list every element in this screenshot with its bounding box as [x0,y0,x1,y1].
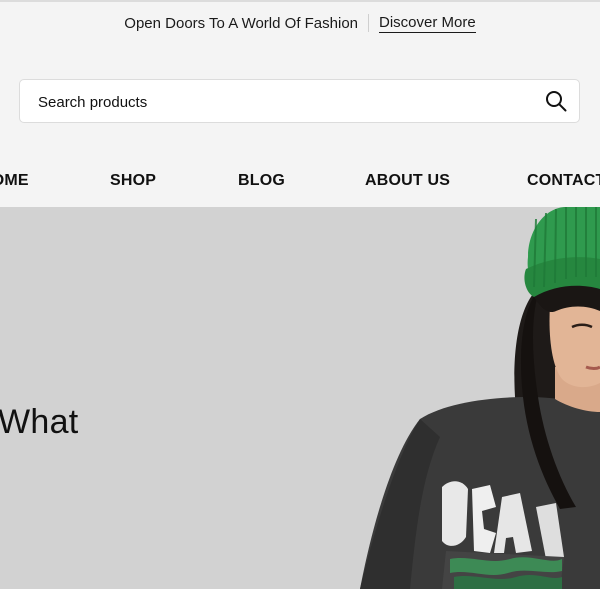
nav-item-about-us[interactable]: ABOUT US [365,172,450,190]
main-nav: HOME SHOP BLOG ABOUT US CONTACT [0,172,600,194]
hero-banner: What [0,207,600,589]
nav-item-shop[interactable]: SHOP [110,172,156,190]
nav-item-blog[interactable]: BLOG [238,172,285,190]
announcement-text: Open Doors To A World Of Fashion [124,14,359,32]
top-border [0,0,600,2]
search-bar [19,79,580,124]
nav-item-home[interactable]: HOME [0,172,29,190]
search-input[interactable] [20,80,550,124]
hero-model-image [360,207,600,589]
announcement-bar: Open Doors To A World Of Fashion Discove… [0,12,600,34]
nav-item-contact[interactable]: CONTACT [527,172,600,190]
discover-more-link[interactable]: Discover More [379,14,476,33]
announcement-divider [368,14,370,32]
search-icon[interactable] [545,90,567,112]
hero-heading: What [0,403,79,441]
